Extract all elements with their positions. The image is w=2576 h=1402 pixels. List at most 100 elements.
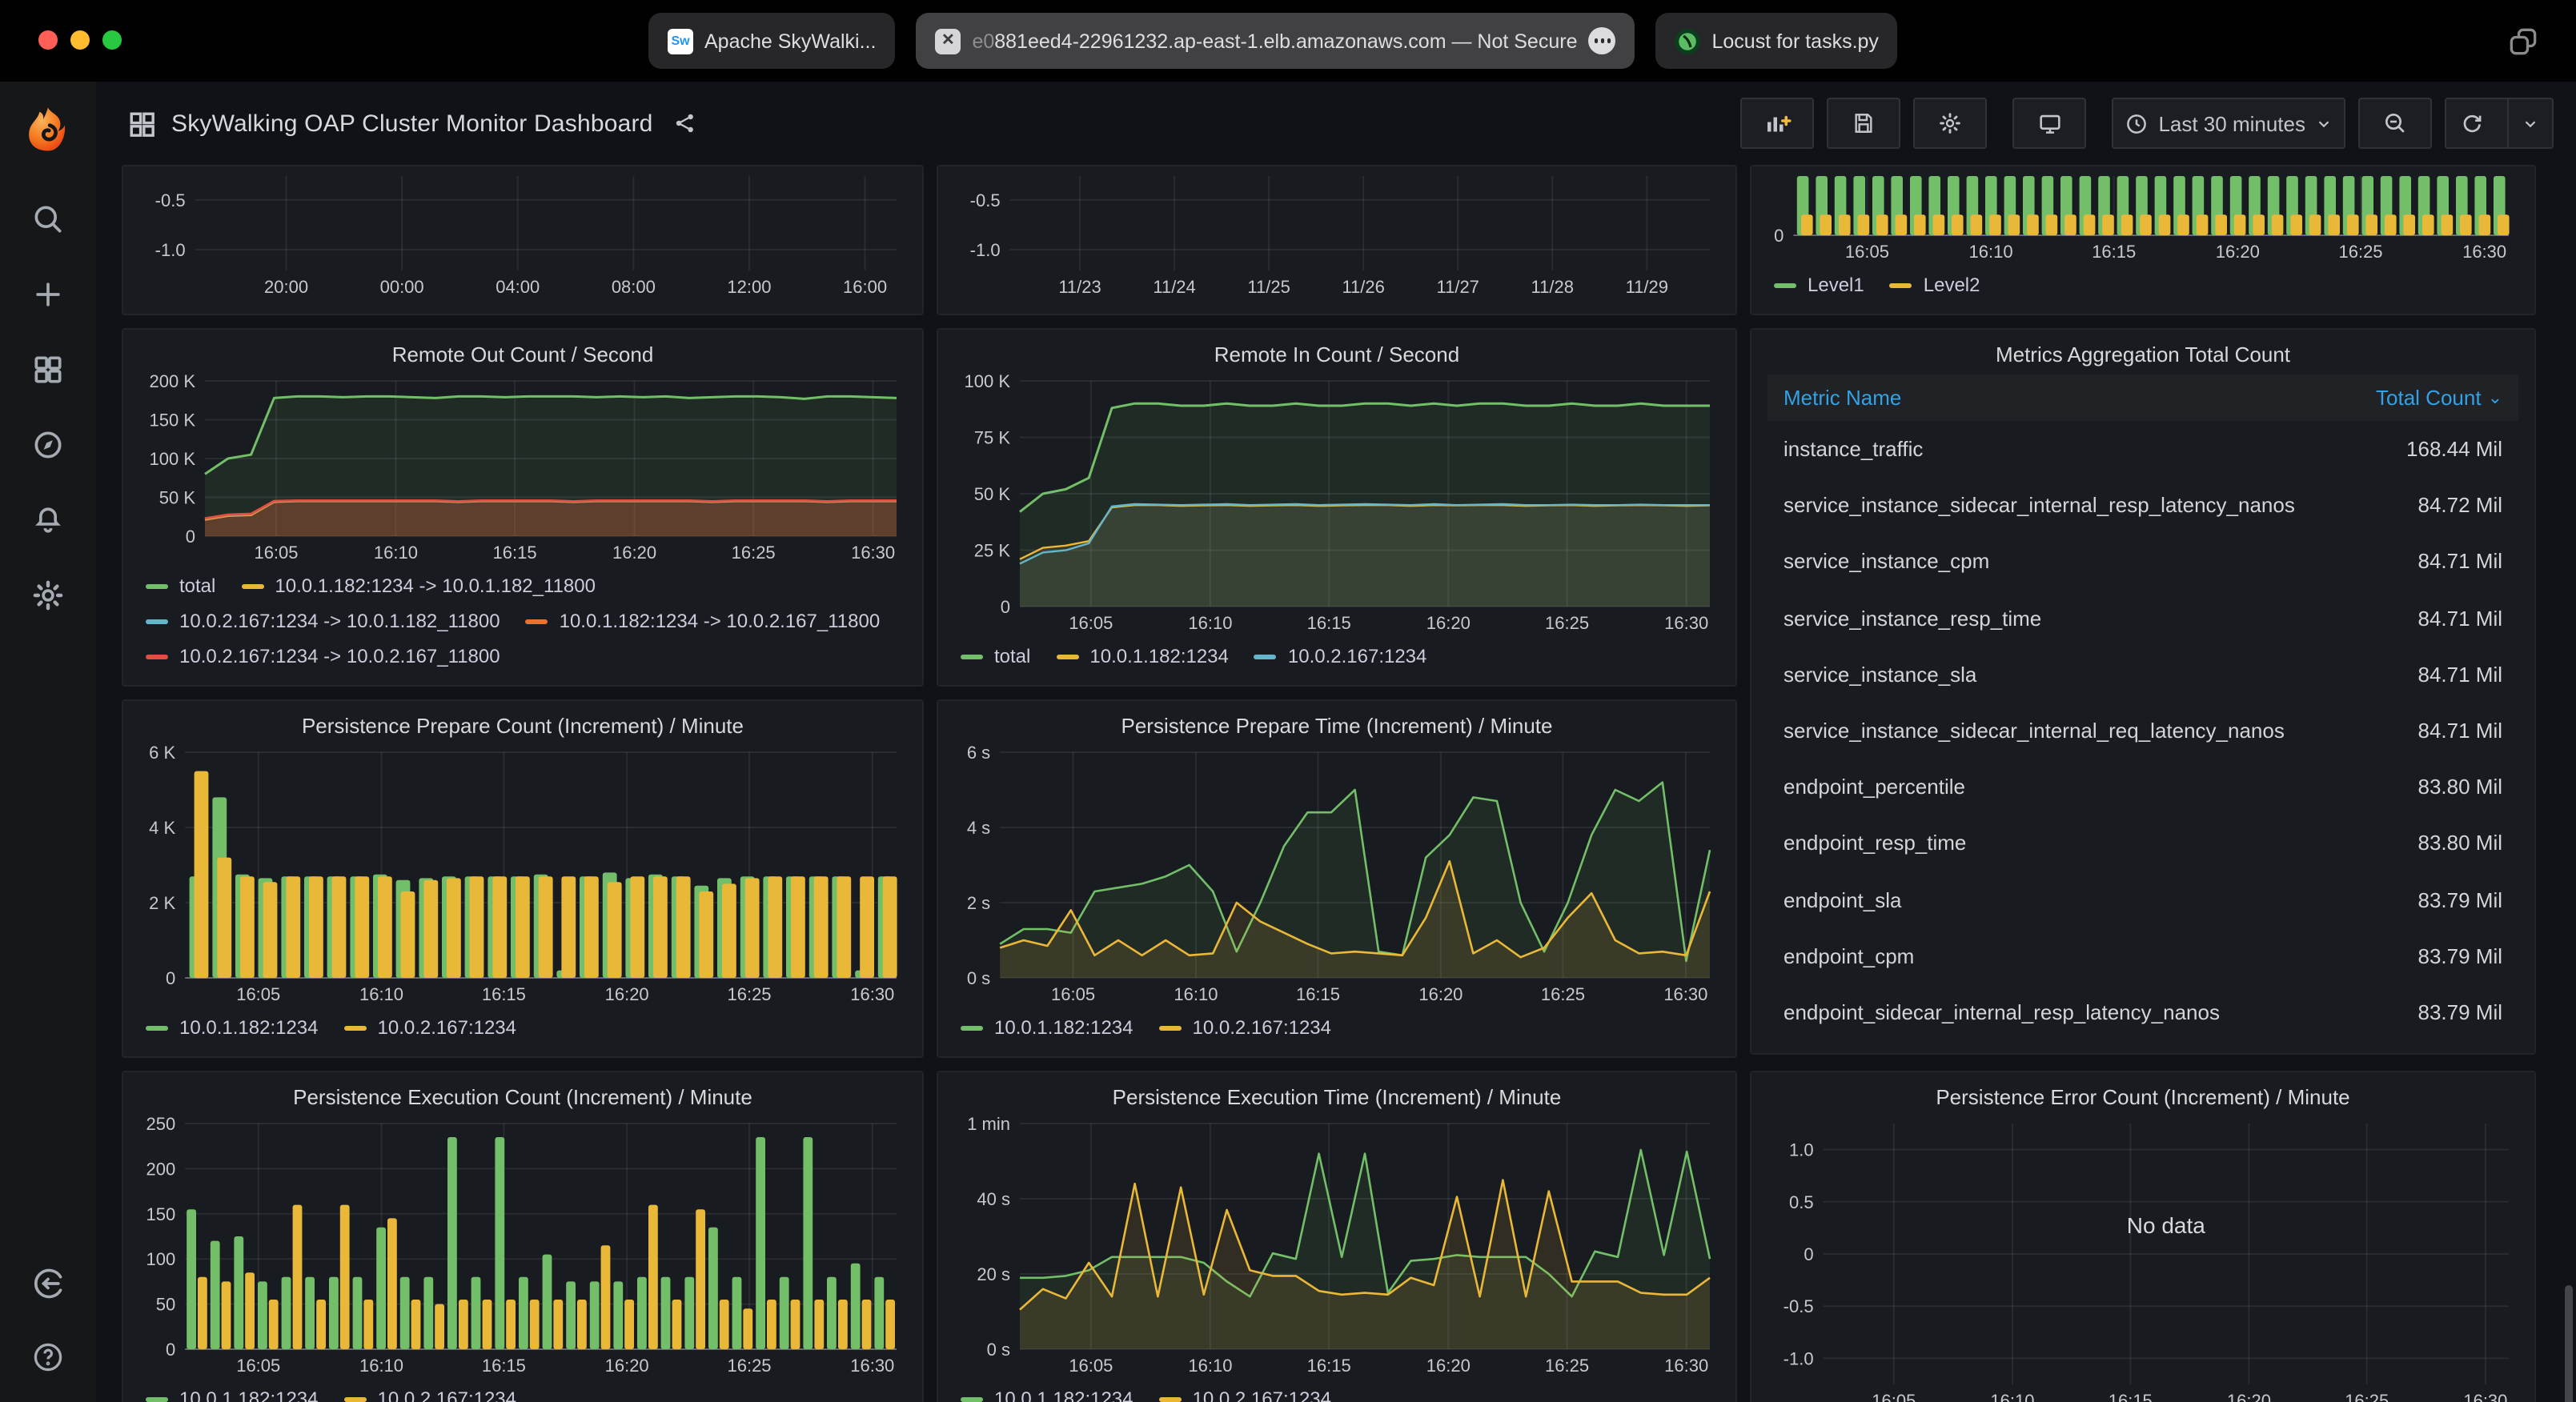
chart-area[interactable]: 11/2311/2411/2511/2611/2711/2811/29-0.5-…	[954, 170, 1719, 301]
sidebar-nav	[29, 200, 67, 615]
legend-item[interactable]: 10.0.2.167:1234	[344, 1383, 517, 1402]
chart-area[interactable]: 16:0516:1016:1516:2016:2516:301.00.50-0.…	[1767, 1117, 2518, 1402]
svg-text:2 s: 2 s	[967, 893, 990, 913]
legend-item[interactable]: 10.0.2.167:1234	[1254, 640, 1427, 672]
cycle-view-mode-button[interactable]	[2012, 98, 2086, 149]
svg-text:16:15: 16:15	[1307, 1356, 1351, 1376]
chart-area[interactable]: 16:0516:1016:1516:2016:2516:30200 K150 K…	[139, 375, 906, 567]
legend-item[interactable]: 10.0.1.182:1234 -> 10.0.2.167_11800	[526, 605, 881, 637]
grafana-logo[interactable]	[21, 104, 75, 158]
svg-text:100 K: 100 K	[965, 375, 1011, 391]
panel-title[interactable]: Persistence Prepare Time (Increment) / M…	[954, 711, 1719, 746]
svg-text:16:05: 16:05	[236, 984, 280, 1004]
column-header-total-count[interactable]: Total Count⌄	[2376, 386, 2502, 410]
dashboards-icon[interactable]	[29, 350, 67, 389]
legend-item[interactable]: total	[961, 640, 1030, 672]
save-dashboard-button[interactable]	[1827, 98, 1900, 149]
refresh-interval-caret[interactable]	[2507, 99, 2552, 147]
svg-text:0.5: 0.5	[1789, 1192, 1814, 1212]
chart-area[interactable]: 16:0516:1016:1516:2016:2516:306 s4 s2 s0…	[954, 746, 1719, 1008]
help-icon[interactable]	[29, 1338, 67, 1376]
metrics-table: Metric Name Total Count⌄ instance_traffi…	[1767, 375, 2518, 1040]
panel-title[interactable]: Persistence Execution Time (Increment) /…	[954, 1082, 1719, 1117]
legend-item[interactable]: total	[146, 570, 215, 602]
legend-item[interactable]: 10.0.2.167:1234 -> 10.0.1.182_11800	[146, 605, 500, 637]
tab-overview-icon[interactable]	[2506, 24, 2541, 59]
sign-in-icon[interactable]	[29, 1264, 67, 1303]
svg-text:16:15: 16:15	[1296, 984, 1340, 1004]
legend-item[interactable]: 10.0.1.182:1234	[146, 1383, 319, 1402]
legend-item[interactable]: Level2	[1890, 269, 1980, 301]
svg-text:1 min: 1 min	[967, 1117, 1010, 1134]
svg-text:0: 0	[1001, 597, 1010, 617]
alerting-bell-icon[interactable]	[29, 501, 67, 539]
time-range-picker[interactable]: Last 30 minutes	[2112, 98, 2345, 149]
chart-area[interactable]: 20:0000:0004:0008:0012:0016:00-0.5-1.0	[139, 170, 906, 301]
skywalking-favicon: Sw	[668, 28, 693, 54]
svg-text:4 K: 4 K	[149, 818, 175, 838]
chart-area[interactable]: 16:0516:1016:1516:2016:2516:301 min40 s2…	[954, 1117, 1719, 1380]
chart-area[interactable]: 16:0516:1016:1516:2016:2516:302502001501…	[139, 1117, 906, 1380]
chart-legend: Level1 Level2	[1767, 266, 2518, 301]
svg-text:16:15: 16:15	[493, 543, 537, 563]
legend-item[interactable]: 10.0.2.167:1234	[1159, 1011, 1332, 1043]
zoom-window-button[interactable]	[102, 30, 122, 50]
chart-area[interactable]: 16:0516:1016:1516:2016:2516:306 K4 K2 K0	[139, 746, 906, 1008]
close-window-button[interactable]	[38, 30, 58, 50]
legend-item[interactable]: 10.0.1.182:1234	[961, 1011, 1134, 1043]
legend-item[interactable]: 10.0.1.182:1234 -> 10.0.1.182_11800	[241, 570, 596, 602]
svg-text:16:25: 16:25	[1545, 613, 1589, 633]
minimize-window-button[interactable]	[70, 30, 90, 50]
explore-compass-icon[interactable]	[29, 426, 67, 464]
legend-item[interactable]: 10.0.1.182:1234	[1056, 640, 1229, 672]
panel-title[interactable]: Metrics Aggregation Total Count	[1767, 339, 2518, 375]
tab-more-icon[interactable]	[1589, 27, 1616, 54]
svg-text:16:25: 16:25	[1545, 1356, 1589, 1376]
tab-locust[interactable]: Locust for tasks.py	[1656, 13, 1898, 69]
configuration-gear-icon[interactable]	[29, 576, 67, 615]
panel-title[interactable]: Persistence Error Count (Increment) / Mi…	[1767, 1082, 2518, 1117]
legend-item[interactable]: 10.0.2.167:1234	[344, 1011, 517, 1043]
svg-text:16:20: 16:20	[1418, 984, 1463, 1004]
dashboard-settings-button[interactable]	[1913, 98, 1987, 149]
search-icon[interactable]	[29, 200, 67, 238]
svg-text:11/27: 11/27	[1437, 277, 1479, 297]
svg-text:16:10: 16:10	[1990, 1391, 2034, 1402]
svg-text:250: 250	[146, 1117, 175, 1134]
svg-text:16:30: 16:30	[851, 543, 895, 563]
close-tab-icon[interactable]: ✕	[935, 28, 961, 54]
legend-item[interactable]: 10.0.1.182:1234	[146, 1011, 319, 1043]
svg-text:-0.5: -0.5	[155, 190, 186, 210]
dashboard-grid-icon[interactable]	[128, 110, 155, 137]
svg-text:75 K: 75 K	[974, 428, 1011, 448]
add-panel-button[interactable]	[1740, 98, 1814, 149]
panel-title[interactable]: Persistence Prepare Count (Increment) / …	[139, 711, 906, 746]
share-icon[interactable]	[672, 110, 698, 136]
scrollbar-thumb[interactable]	[2565, 1285, 2573, 1402]
tab-apache-skywalking[interactable]: Sw Apache SkyWalki...	[648, 13, 895, 69]
panel-title[interactable]: Persistence Execution Count (Increment) …	[139, 1082, 906, 1117]
tab-elb-amazonaws[interactable]: ✕ e0881eed4-22961232.ap-east-1.elb.amazo…	[916, 13, 1635, 69]
refresh-button-group	[2445, 98, 2554, 149]
create-plus-icon[interactable]	[29, 275, 67, 314]
svg-text:16:10: 16:10	[1188, 1356, 1232, 1376]
svg-text:16:30: 16:30	[850, 1356, 894, 1376]
panel-title[interactable]: Remote In Count / Second	[954, 339, 1719, 375]
legend-item[interactable]: 10.0.1.182:1234	[961, 1383, 1134, 1402]
svg-text:11/25: 11/25	[1247, 277, 1290, 297]
legend-item[interactable]: 10.0.2.167:1234 -> 10.0.2.167_11800	[146, 640, 500, 672]
chart-area[interactable]: 16:0516:1016:1516:2016:2516:300	[1767, 170, 2518, 266]
column-header-metric-name[interactable]: Metric Name	[1784, 386, 1901, 410]
panel-persistence-prepare-count: Persistence Prepare Count (Increment) / …	[122, 699, 924, 1058]
zoom-out-time-button[interactable]	[2358, 98, 2432, 149]
svg-text:16:05: 16:05	[1872, 1391, 1916, 1402]
chart-area[interactable]: 16:0516:1016:1516:2016:2516:30100 K75 K5…	[954, 375, 1719, 637]
legend-item[interactable]: 10.0.2.167:1234	[1159, 1383, 1332, 1402]
panel-title[interactable]: Remote Out Count / Second	[139, 339, 906, 375]
refresh-button[interactable]	[2446, 99, 2498, 147]
legend-item[interactable]: Level1	[1774, 269, 1864, 301]
svg-text:16:20: 16:20	[605, 1356, 649, 1376]
svg-text:200 K: 200 K	[150, 375, 196, 391]
svg-text:150: 150	[146, 1204, 175, 1224]
table-row: endpoint_sla83.79 Mil	[1767, 871, 2518, 927]
